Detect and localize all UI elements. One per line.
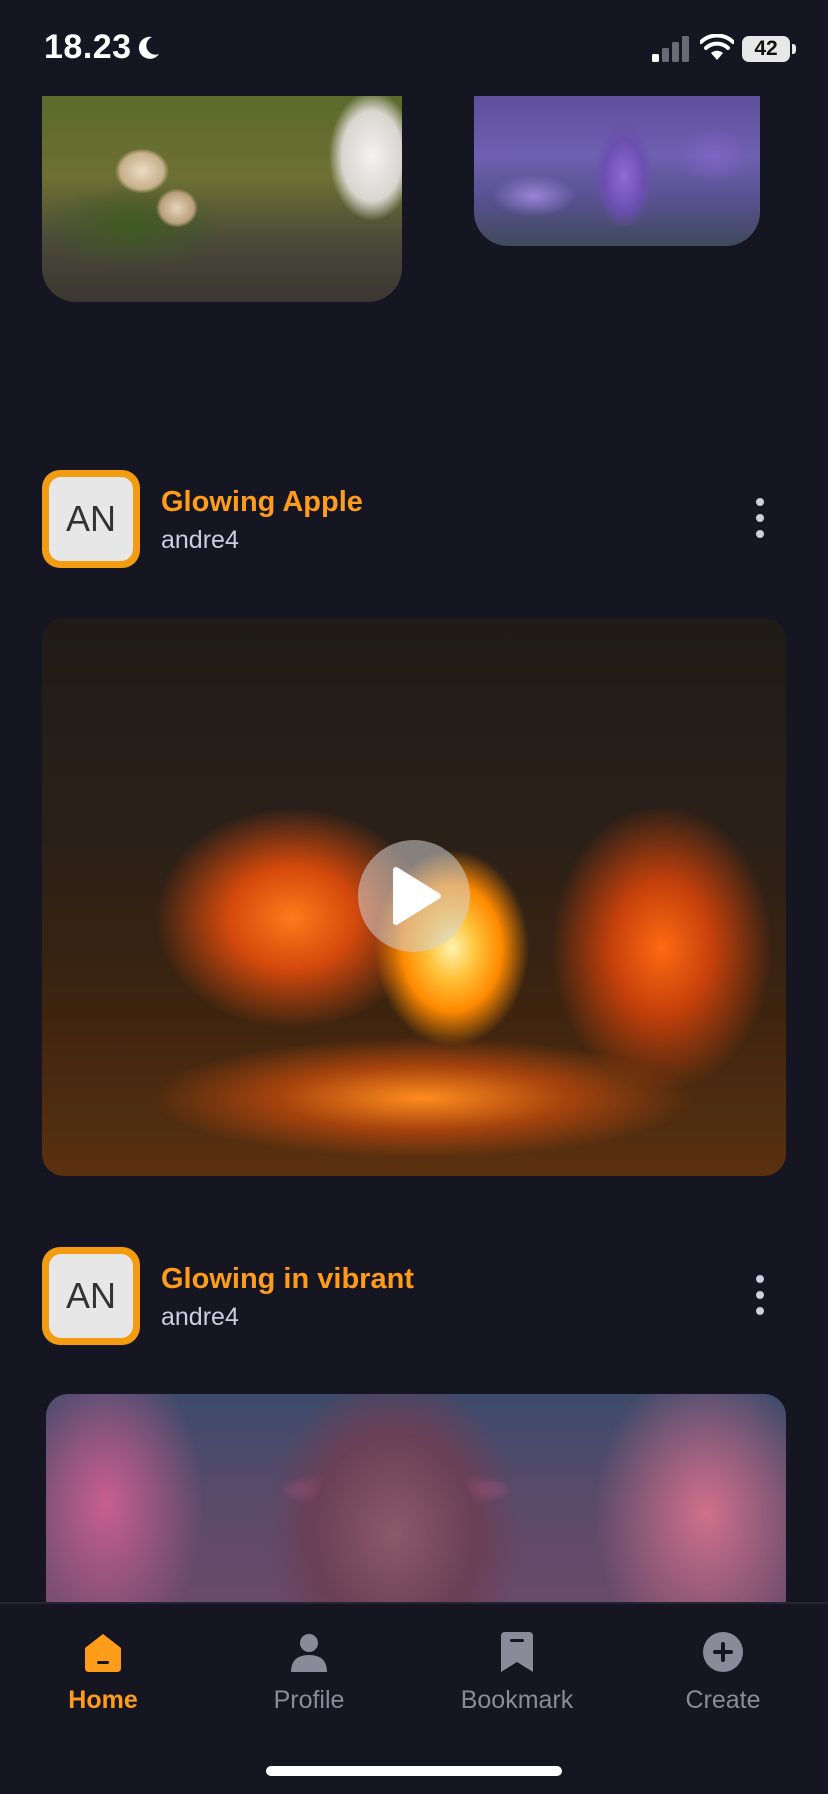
- more-dot-icon: [756, 1291, 764, 1299]
- plus-circle-icon: [703, 1632, 743, 1672]
- post-username[interactable]: andre4: [161, 526, 239, 555]
- nav-home[interactable]: Home: [28, 1630, 178, 1730]
- post-username[interactable]: andre4: [161, 1303, 239, 1332]
- nav-label: Bookmark: [460, 1686, 574, 1714]
- nav-label: Home: [68, 1686, 138, 1714]
- nav-bookmark[interactable]: Bookmark: [442, 1630, 592, 1730]
- wifi-icon: [700, 34, 734, 60]
- status-time: 18.23: [44, 28, 132, 66]
- home-icon: [85, 1634, 121, 1672]
- post-video[interactable]: [42, 618, 786, 1176]
- post-image[interactable]: [46, 1394, 786, 1604]
- avatar-initials: AN: [49, 477, 133, 561]
- post-header: AN Glowing Apple andre4: [42, 470, 792, 570]
- signal-icon: [652, 36, 689, 62]
- post-image-mouse[interactable]: [42, 96, 402, 302]
- more-dot-icon: [756, 514, 764, 522]
- more-dot-icon: [756, 530, 764, 538]
- play-icon: [393, 867, 441, 925]
- avatar[interactable]: AN: [42, 470, 140, 568]
- home-indicator: [266, 1766, 562, 1776]
- nav-profile[interactable]: Profile: [234, 1630, 384, 1730]
- moon-icon: [138, 36, 159, 59]
- more-options-button[interactable]: [750, 1275, 770, 1321]
- post-title[interactable]: Glowing in vibrant: [161, 1263, 414, 1296]
- battery-cap: [792, 44, 796, 54]
- profile-icon: [291, 1634, 327, 1672]
- nav-label: Create: [685, 1686, 761, 1714]
- avatar-initials: AN: [49, 1254, 133, 1338]
- status-bar: 18.23 42: [0, 0, 828, 96]
- avatar[interactable]: AN: [42, 1247, 140, 1345]
- post-title[interactable]: Glowing Apple: [161, 486, 363, 519]
- nav-label: Profile: [273, 1686, 345, 1714]
- more-options-button[interactable]: [750, 498, 770, 544]
- bookmark-icon: [501, 1632, 533, 1672]
- more-dot-icon: [756, 498, 764, 506]
- post-image-lavender[interactable]: [474, 96, 760, 246]
- more-dot-icon: [756, 1307, 764, 1315]
- more-dot-icon: [756, 1275, 764, 1283]
- battery-indicator: 42: [742, 36, 790, 62]
- play-button[interactable]: [358, 840, 470, 952]
- post-header: AN Glowing in vibrant andre4: [42, 1247, 792, 1347]
- nav-create[interactable]: Create: [648, 1630, 798, 1730]
